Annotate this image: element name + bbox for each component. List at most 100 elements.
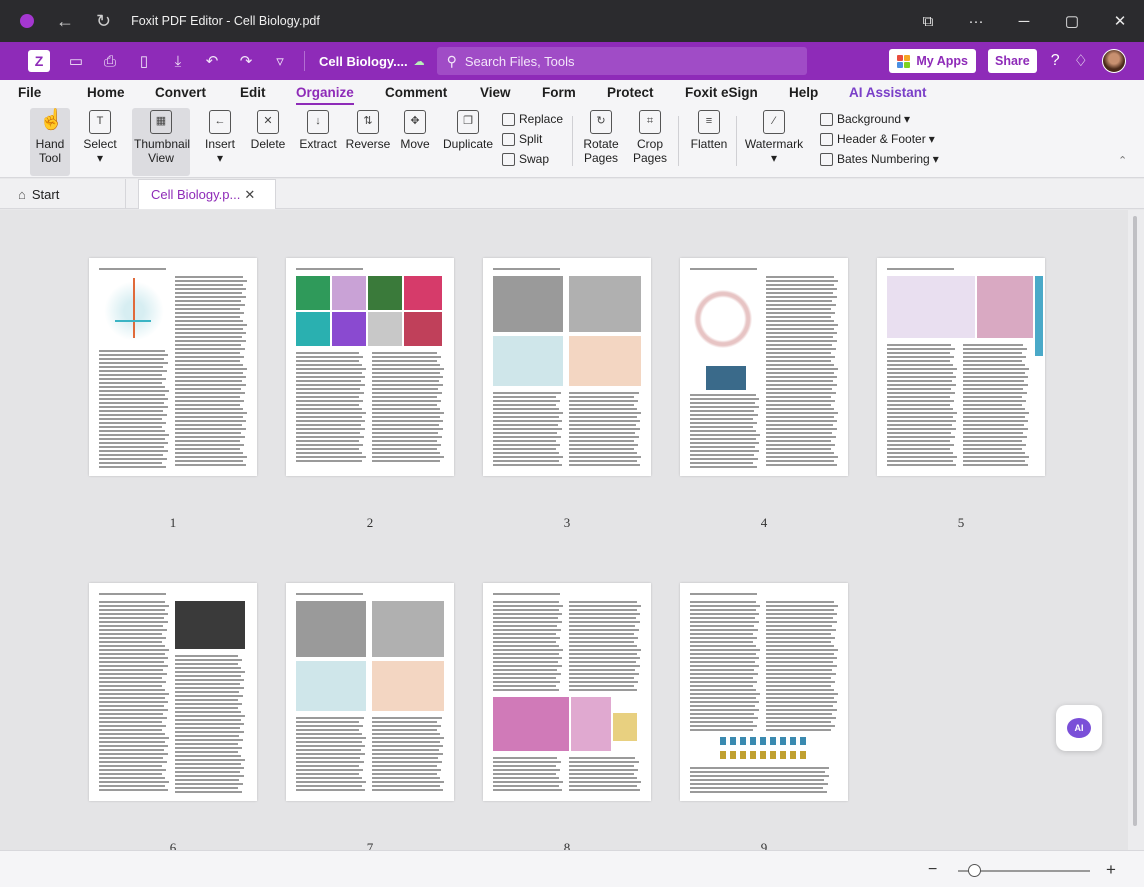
minimize-button[interactable]: ─ bbox=[1000, 13, 1048, 30]
undo-icon[interactable]: ↶ bbox=[204, 52, 220, 70]
new-icon[interactable]: ▯ bbox=[136, 52, 152, 70]
extract-label: Extract bbox=[299, 137, 337, 151]
tab-start[interactable]: ⌂ Start bbox=[18, 179, 126, 209]
hand-tool-button[interactable]: ☝ Hand Tool bbox=[30, 108, 70, 176]
text-line bbox=[766, 685, 831, 687]
page-thumbnail[interactable] bbox=[680, 258, 848, 476]
vertical-scrollbar[interactable] bbox=[1128, 210, 1144, 850]
duplicate-button[interactable]: ❐ Duplicate bbox=[440, 108, 496, 176]
page-thumbnail[interactable] bbox=[286, 583, 454, 801]
page-thumbnail[interactable] bbox=[286, 258, 454, 476]
restore-icon[interactable]: ⧉ bbox=[904, 13, 952, 30]
text-line bbox=[569, 765, 635, 767]
maximize-button[interactable]: ▢ bbox=[1048, 12, 1096, 30]
thumbnail-view-button[interactable]: ▦ Thumbnail View bbox=[132, 108, 190, 176]
tab-ai-assistant[interactable]: AI Assistant bbox=[849, 85, 927, 100]
avatar[interactable] bbox=[1102, 49, 1126, 73]
crop-pages-button[interactable]: ⌗ Crop Pages bbox=[630, 108, 670, 176]
tab-cell-biology[interactable]: Cell Biology.p... ✕ bbox=[138, 179, 276, 209]
text-line bbox=[99, 717, 167, 719]
delete-button[interactable]: ✕ Delete bbox=[248, 108, 288, 176]
share-button[interactable]: Share bbox=[988, 49, 1037, 73]
text-line bbox=[569, 661, 636, 663]
tab-view[interactable]: View bbox=[480, 85, 511, 100]
print-icon[interactable]: ⎙ bbox=[102, 53, 118, 70]
text-line bbox=[766, 328, 834, 330]
close-tab-icon[interactable]: ✕ bbox=[244, 187, 255, 203]
text-line bbox=[372, 761, 442, 763]
text-line bbox=[296, 733, 363, 735]
tab-comment[interactable]: Comment bbox=[385, 85, 447, 100]
text-line bbox=[175, 316, 240, 318]
tab-protect[interactable]: Protect bbox=[607, 85, 654, 100]
zoom-in-button[interactable]: + bbox=[1106, 860, 1116, 880]
extract-button[interactable]: ↓ Extract bbox=[296, 108, 340, 176]
figure-image bbox=[706, 366, 746, 390]
select-dropdown-icon: ▾ bbox=[96, 151, 104, 165]
close-button[interactable]: ✕ bbox=[1096, 12, 1144, 30]
bates-numbering-button[interactable]: Bates Numbering ▾ bbox=[820, 152, 939, 166]
tab-form[interactable]: Form bbox=[542, 85, 576, 100]
help-icon[interactable]: ? bbox=[1051, 52, 1060, 70]
page-thumbnail[interactable] bbox=[877, 258, 1045, 476]
flatten-button[interactable]: ≡ Flatten bbox=[686, 108, 732, 176]
split-button[interactable]: Split bbox=[502, 132, 542, 146]
page-thumbnail[interactable] bbox=[483, 583, 651, 801]
text-line bbox=[766, 344, 833, 346]
replace-button[interactable]: Replace bbox=[502, 112, 563, 126]
text-line bbox=[99, 617, 164, 619]
insert-button[interactable]: ← Insert ▾ bbox=[200, 108, 240, 176]
text-line bbox=[372, 404, 437, 406]
start-tab-label: Start bbox=[31, 186, 60, 202]
tab-foxit-esign[interactable]: Foxit eSign bbox=[685, 85, 758, 100]
page-thumbnail[interactable] bbox=[89, 583, 257, 801]
text-line bbox=[887, 412, 957, 414]
tab-help[interactable]: Help bbox=[789, 85, 818, 100]
page-thumbnail[interactable] bbox=[680, 583, 848, 801]
text-line bbox=[493, 617, 558, 619]
header-footer-button[interactable]: Header & Footer ▾ bbox=[820, 132, 935, 146]
rotate-pages-button[interactable]: ↻ Rotate Pages bbox=[580, 108, 622, 176]
text-line bbox=[175, 432, 242, 434]
foxit-app-icon[interactable]: Z bbox=[28, 50, 50, 72]
tab-file[interactable]: File bbox=[18, 85, 41, 100]
more-options-icon[interactable]: ··· bbox=[952, 13, 1000, 30]
text-line bbox=[887, 388, 952, 390]
text-line bbox=[99, 458, 167, 460]
text-line bbox=[766, 625, 833, 627]
watermark-button[interactable]: ⁄ Watermark ▾ bbox=[742, 108, 806, 176]
scrollbar-thumb[interactable] bbox=[1133, 216, 1137, 826]
back-arrow-icon[interactable]: ← bbox=[56, 11, 74, 32]
text-line bbox=[175, 675, 241, 677]
background-button[interactable]: Background ▾ bbox=[820, 112, 910, 126]
tab-convert[interactable]: Convert bbox=[155, 85, 206, 100]
zoom-slider-knob[interactable] bbox=[967, 864, 981, 877]
page-thumbnail[interactable] bbox=[89, 258, 257, 476]
search-input[interactable]: ⚲ Search Files, Tools bbox=[436, 47, 807, 75]
redo-icon[interactable]: ↷ bbox=[238, 52, 254, 70]
page-thumbnail[interactable] bbox=[483, 258, 651, 476]
customize-icon[interactable]: ▿ bbox=[272, 52, 288, 70]
save-icon[interactable]: ⤓ bbox=[170, 53, 186, 70]
notification-icon[interactable]: ♢ bbox=[1074, 51, 1088, 71]
select-button[interactable]: T Select ▾ bbox=[80, 108, 120, 176]
tab-organize[interactable]: Organize bbox=[296, 85, 354, 105]
zoom-slider[interactable] bbox=[958, 864, 1090, 877]
open-icon[interactable]: ▭ bbox=[68, 52, 84, 70]
text-line bbox=[99, 749, 164, 751]
tab-home[interactable]: Home bbox=[87, 85, 125, 100]
zoom-out-button[interactable]: − bbox=[928, 861, 937, 879]
swap-button[interactable]: Swap bbox=[502, 152, 549, 166]
text-line bbox=[175, 707, 238, 709]
text-line bbox=[175, 755, 242, 757]
reverse-button[interactable]: ⇅ Reverse bbox=[344, 108, 392, 176]
tab-edit[interactable]: Edit bbox=[240, 85, 266, 100]
ai-assistant-button[interactable]: AI bbox=[1056, 705, 1102, 751]
move-button[interactable]: ✥ Move bbox=[396, 108, 434, 176]
file-name[interactable]: Cell Biology.... bbox=[319, 54, 408, 69]
refresh-icon[interactable]: ↻ bbox=[96, 11, 111, 32]
figure-image bbox=[404, 276, 442, 310]
my-apps-button[interactable]: My Apps bbox=[889, 49, 976, 73]
collapse-ribbon-icon[interactable]: ⌃ bbox=[1118, 154, 1127, 167]
text-line bbox=[296, 456, 366, 458]
